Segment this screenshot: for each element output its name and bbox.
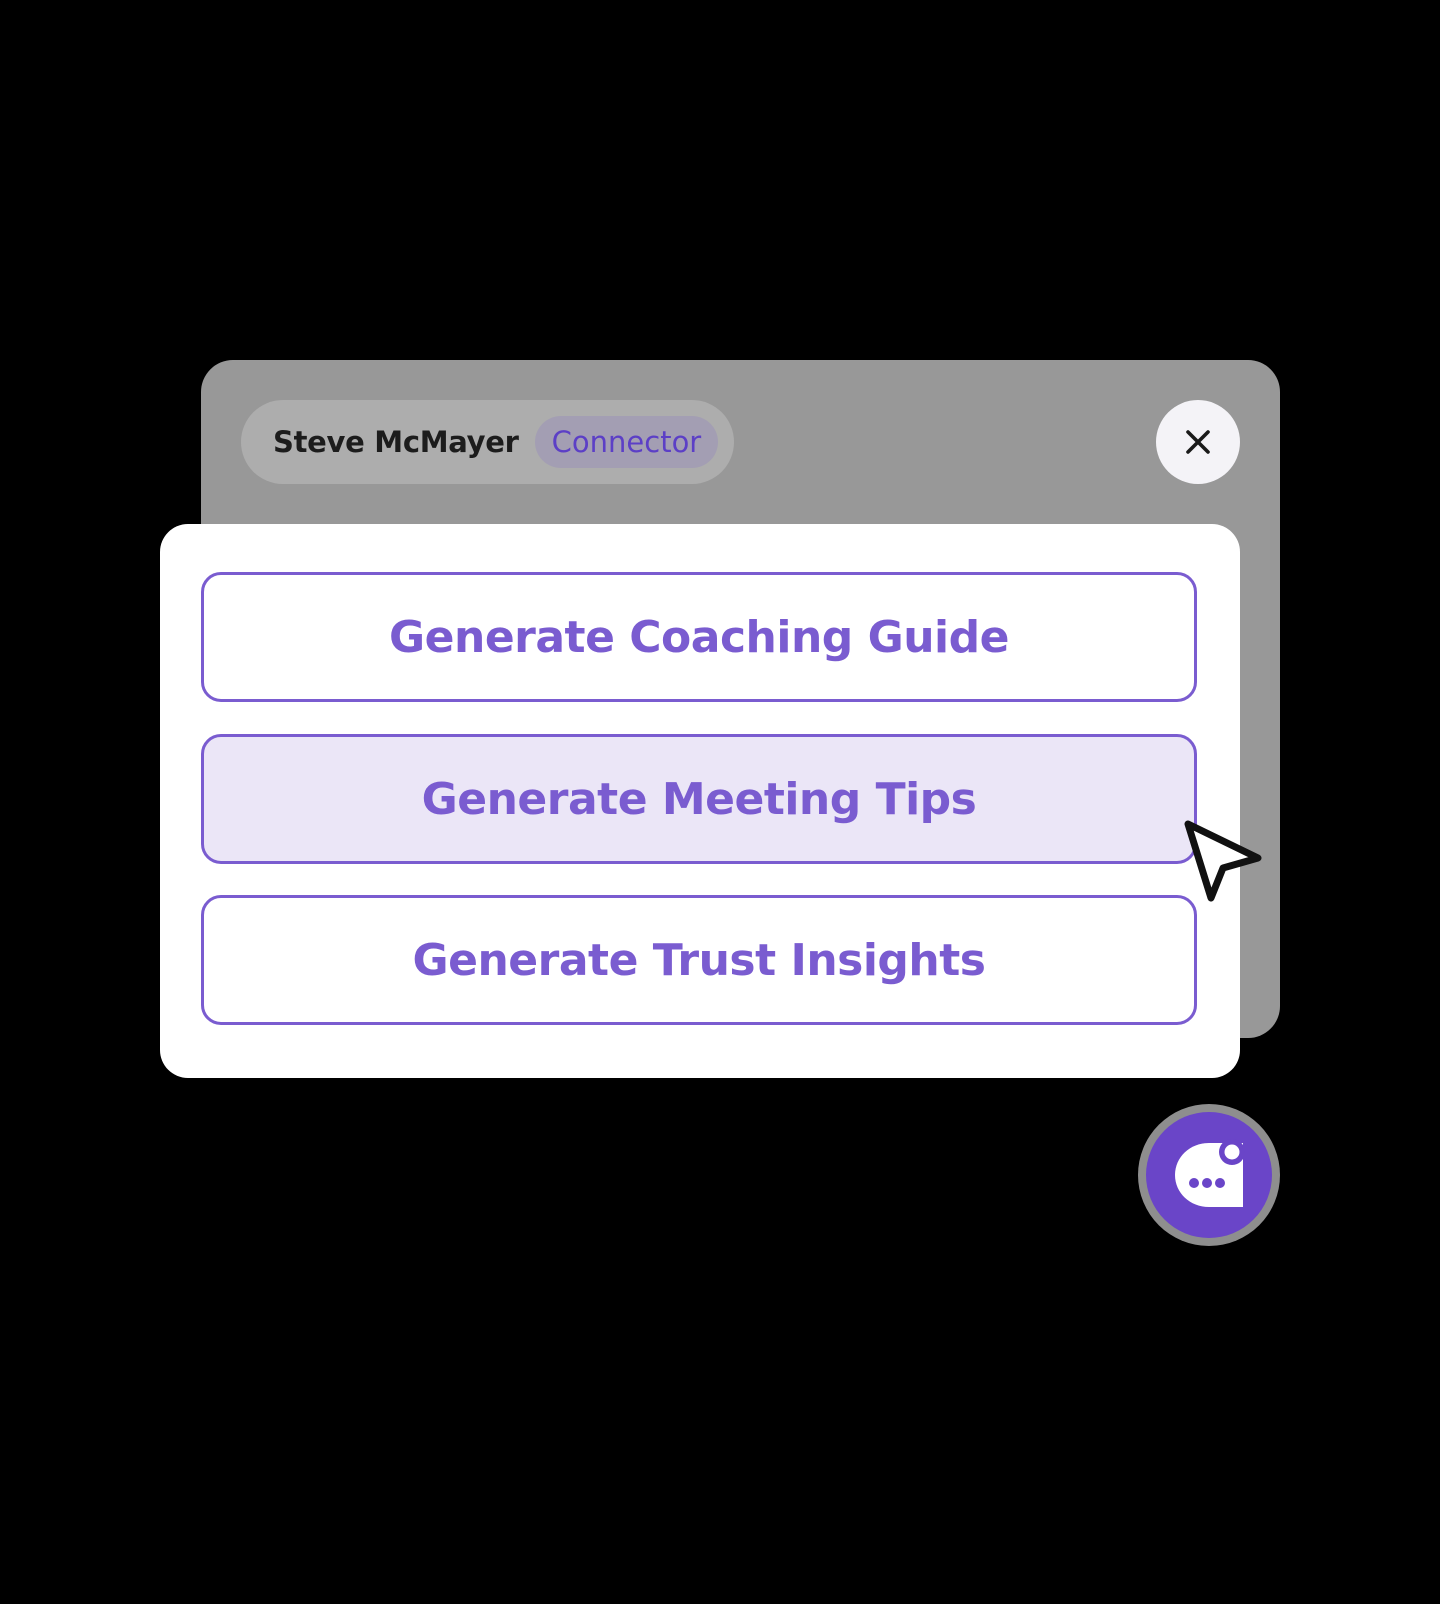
- stage: Steve McMayer Connector Generate Coachin…: [0, 0, 1440, 1604]
- close-button[interactable]: [1156, 400, 1240, 484]
- user-pill: Steve McMayer Connector: [241, 400, 735, 484]
- chat-bubble-icon: [1175, 1139, 1245, 1207]
- mouse-pointer-icon: [1184, 820, 1262, 902]
- generate-trust-insights-button[interactable]: Generate Trust Insights: [201, 895, 1197, 1025]
- role-badge: Connector: [534, 416, 719, 468]
- generate-meeting-tips-button[interactable]: Generate Meeting Tips: [201, 734, 1197, 864]
- close-icon: [1186, 430, 1210, 454]
- generate-coaching-guide-button[interactable]: Generate Coaching Guide: [201, 572, 1197, 702]
- chat-launcher-button[interactable]: [1138, 1104, 1280, 1246]
- actions-card: Generate Coaching Guide Generate Meeting…: [160, 524, 1240, 1078]
- chat-launcher-inner: [1146, 1112, 1272, 1238]
- user-name: Steve McMayer: [273, 425, 519, 459]
